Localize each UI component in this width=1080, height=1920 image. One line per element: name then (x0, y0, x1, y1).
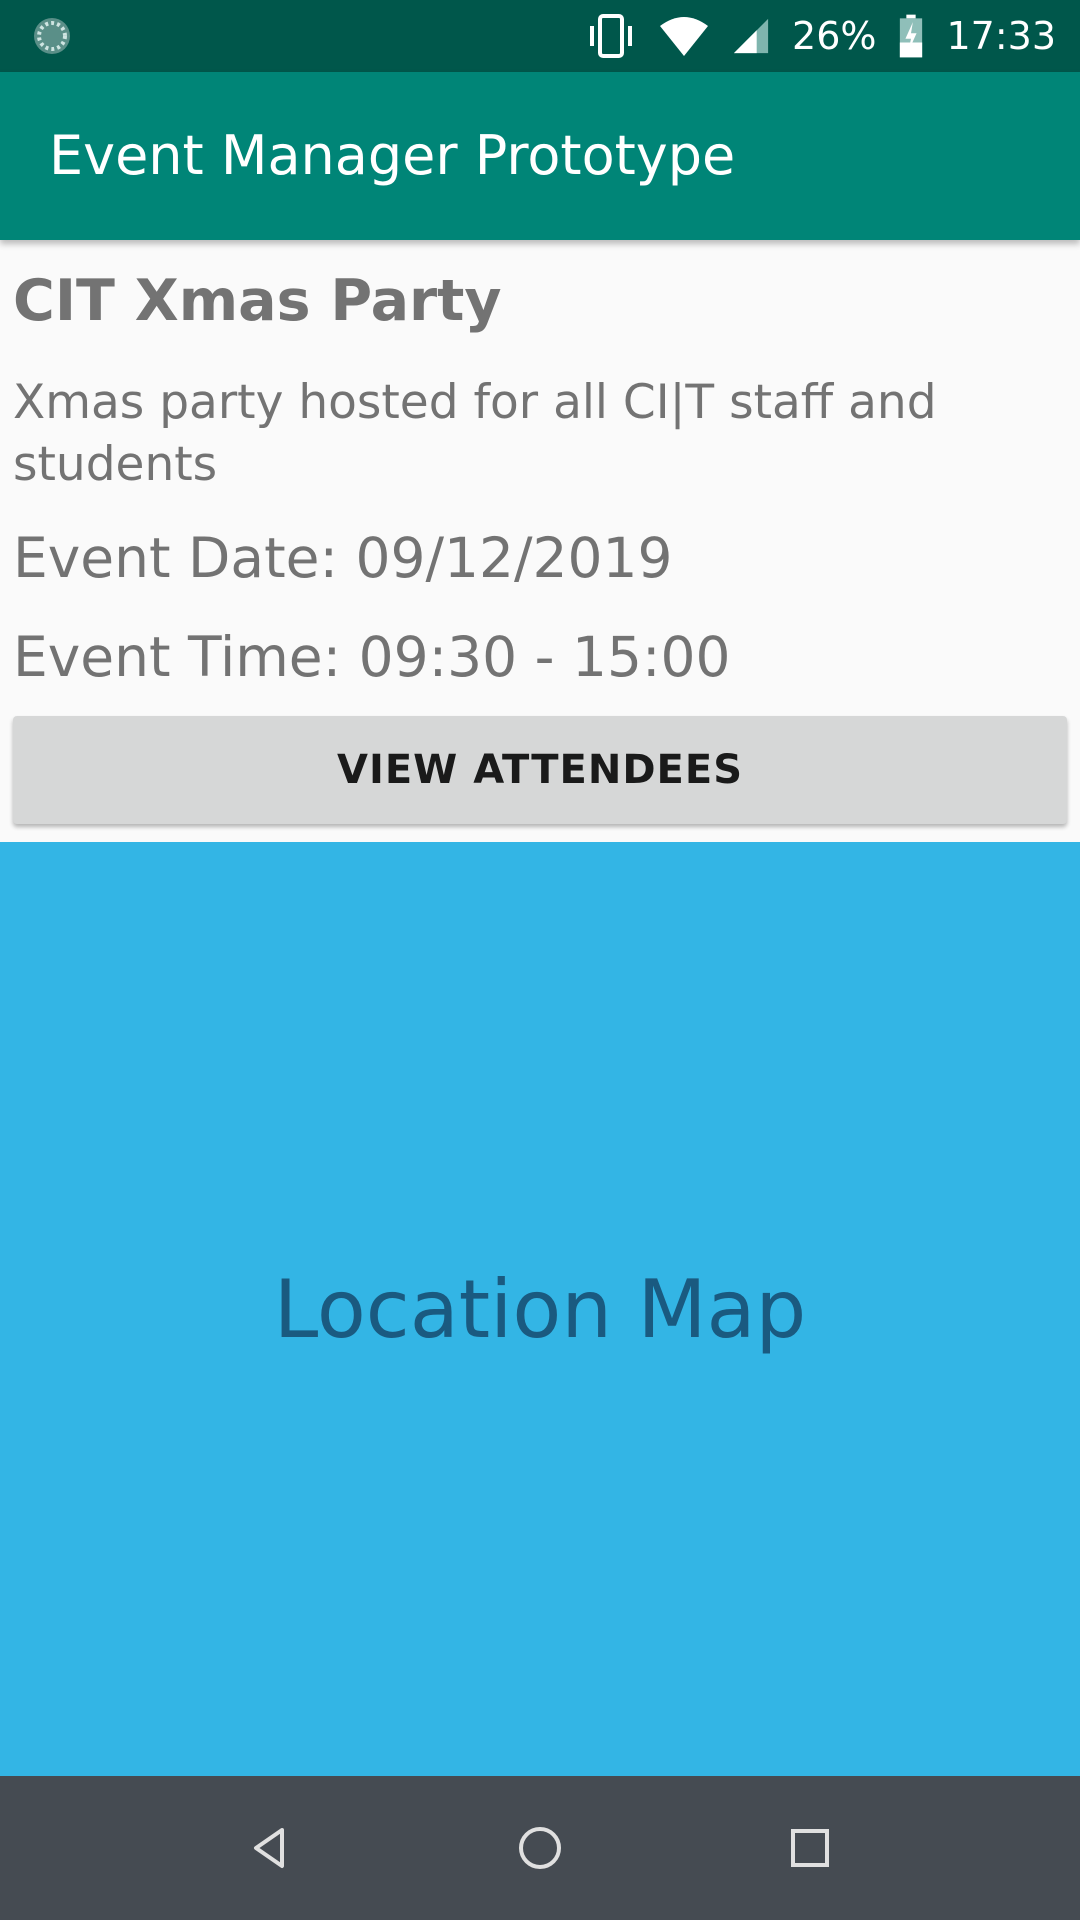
recents-button[interactable] (770, 1808, 850, 1888)
loading-icon (34, 18, 70, 54)
back-icon (254, 1828, 284, 1868)
map-label: Location Map (273, 1262, 807, 1356)
status-right: 26% 17:33 (586, 0, 1056, 72)
vibrate-icon (590, 14, 633, 58)
event-description: Xmas party hosted for all CI|T staff and… (13, 375, 937, 492)
home-button[interactable] (500, 1808, 580, 1888)
status-bar: 26% 17:33 (0, 0, 1080, 72)
home-icon (519, 1827, 561, 1869)
wifi-icon (660, 17, 709, 56)
clock: 17:33 (946, 14, 1056, 58)
battery-percent: 26% (792, 14, 877, 58)
screen: 26% 17:33 Event Manager Prototype CIT Xm… (0, 0, 1080, 1920)
cell-signal-icon (733, 18, 769, 54)
navigation-bar (0, 1776, 1080, 1920)
back-button[interactable] (230, 1808, 310, 1888)
location-map[interactable]: Location Map (0, 842, 1080, 1776)
event-date: Event Date: 09/12/2019 (13, 526, 673, 590)
battery-charging-icon (900, 14, 923, 58)
recents-icon (791, 1829, 829, 1867)
app-title: Event Manager Prototype (49, 124, 736, 187)
app-bar: Event Manager Prototype (0, 72, 1080, 240)
event-title: CIT Xmas Party (13, 268, 502, 334)
view-attendees-button[interactable]: VIEW ATTENDEES (13, 716, 1067, 824)
event-time: Event Time: 09:30 - 15:00 (13, 625, 731, 689)
